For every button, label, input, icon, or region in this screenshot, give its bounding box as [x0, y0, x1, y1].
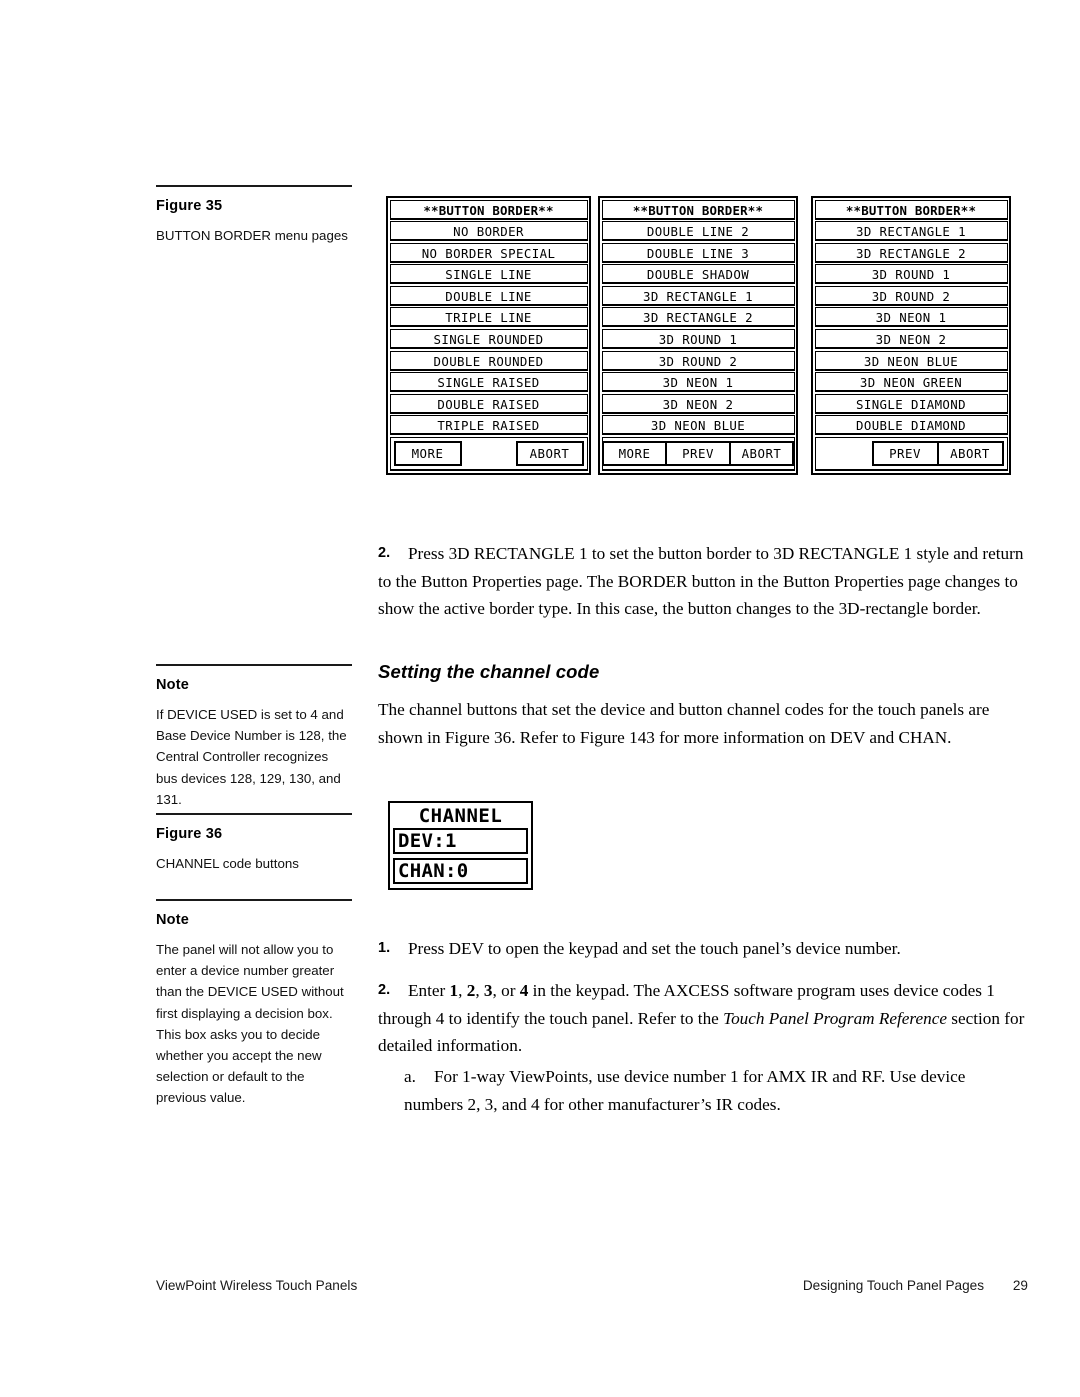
divider-rule [156, 813, 352, 815]
figure-35-heading: Figure 35 [156, 198, 223, 214]
prev-button[interactable]: PREV [666, 441, 730, 467]
menu-item[interactable]: 3D NEON BLUE [814, 350, 1008, 371]
figure-36-channel-panel: CHANNEL DEV:1 CHAN:0 [388, 801, 533, 890]
step-1-channel: 1. Press DEV to open the keypad and set … [378, 935, 1028, 963]
panel-1-title: **BUTTON BORDER** [389, 199, 588, 220]
menu-item[interactable]: DOUBLE LINE [389, 285, 588, 306]
menu-item[interactable]: SINGLE DIAMOND [814, 393, 1008, 414]
menu-item[interactable]: 3D ROUND 1 [601, 329, 795, 350]
divider-rule [156, 185, 352, 187]
note-2-margin-block: Note The panel will not allow you to ent… [156, 899, 352, 1109]
menu-item[interactable]: DOUBLE RAISED [389, 393, 588, 414]
note-2-body: The panel will not allow you to enter a … [156, 942, 344, 1106]
menu-item[interactable]: NO BORDER [389, 221, 588, 242]
footer-section-title: Designing Touch Panel Pages [802, 1278, 984, 1293]
substep-a-text: For 1-way ViewPoints, use device number … [404, 1067, 966, 1114]
abort-button[interactable]: ABORT [515, 441, 584, 467]
menu-item[interactable]: TRIPLE RAISED [389, 415, 588, 436]
step-1-channel-number: 1. [378, 940, 391, 956]
menu-item[interactable]: 3D RECTANGLE 1 [601, 285, 795, 306]
step-1-channel-text: Press DEV to open the keypad and set the… [408, 939, 901, 958]
abort-button[interactable]: ABORT [730, 441, 794, 467]
step-2-border-text: Press 3D RECTANGLE 1 to set the button b… [378, 544, 1024, 618]
menu-item[interactable]: 3D ROUND 1 [814, 264, 1008, 285]
more-button[interactable]: MORE [602, 441, 666, 467]
menu-item[interactable]: DOUBLE ROUNDED [389, 350, 588, 371]
menu-item[interactable]: SINGLE RAISED [389, 372, 588, 393]
note-1-body: If DEVICE USED is set to 4 and Base Devi… [156, 707, 347, 807]
menu-item[interactable]: DOUBLE LINE 3 [601, 242, 795, 263]
button-border-menu-page-1: **BUTTON BORDER** NO BORDER NO BORDER SP… [386, 196, 591, 475]
note-1-heading: Note [156, 677, 190, 693]
figure-35-margin-block: Figure 35 BUTTON BORDER menu pages [156, 185, 352, 246]
substep-a: a. For 1-way ViewPoints, use device numb… [404, 1063, 1028, 1118]
step-2-border-number: 2. [378, 545, 391, 561]
menu-item[interactable]: NO BORDER SPECIAL [389, 242, 588, 263]
menu-item[interactable]: 3D NEON 1 [814, 307, 1008, 328]
reference-title: Touch Panel Program Reference [723, 1008, 947, 1028]
figure-36-caption: CHANNEL code buttons [156, 856, 299, 871]
channel-panel-title: CHANNEL [418, 805, 503, 827]
step-2-channel-number: 2. [378, 982, 391, 998]
footer-document-title: ViewPoint Wireless Touch Panels [156, 1278, 358, 1293]
menu-item[interactable]: 3D RECTANGLE 1 [814, 221, 1008, 242]
menu-item[interactable]: 3D RECTANGLE 2 [814, 242, 1008, 263]
figure-36-margin-block: Figure 36 CHANNEL code buttons [156, 813, 352, 874]
keypad-digit-3: 3 [483, 981, 493, 1000]
panel-3-button-row: PREV ABORT [814, 437, 1008, 472]
step-2-border: 2. Press 3D RECTANGLE 1 to set the butto… [378, 540, 1028, 623]
menu-item[interactable]: DOUBLE SHADOW [601, 264, 795, 285]
menu-item[interactable]: SINGLE ROUNDED [389, 329, 588, 350]
panel-3-title: **BUTTON BORDER** [814, 199, 1008, 220]
panel-2-button-row: MORE PREV ABORT [601, 437, 795, 472]
panel-3-button-group: PREV ABORT [871, 441, 1004, 467]
panel-2-button-group: MORE PREV ABORT [602, 441, 794, 467]
menu-item[interactable]: DOUBLE DIAMOND [814, 415, 1008, 436]
panel-2-title: **BUTTON BORDER** [601, 199, 795, 220]
menu-item[interactable]: 3D NEON GREEN [814, 372, 1008, 393]
menu-item[interactable]: SINGLE LINE [389, 264, 588, 285]
menu-item[interactable]: 3D RECTANGLE 2 [601, 307, 795, 328]
button-border-menu-page-2: **BUTTON BORDER** DOUBLE LINE 2 DOUBLE L… [598, 196, 798, 475]
figure-35-caption: BUTTON BORDER menu pages [156, 228, 348, 243]
step-2-channel: 2. Enter 1, 2, 3, or 4 in the keypad. Th… [378, 977, 1028, 1060]
menu-item[interactable]: TRIPLE LINE [389, 307, 588, 328]
note-1-margin-block: Note If DEVICE USED is set to 4 and Base… [156, 664, 352, 810]
menu-item[interactable]: 3D NEON 2 [601, 393, 795, 414]
figure-36-heading: Figure 36 [156, 826, 223, 842]
more-button[interactable]: MORE [393, 441, 462, 467]
substep-a-letter: a. [404, 1067, 416, 1086]
footer-page-number: 29 [1012, 1278, 1028, 1293]
menu-item[interactable]: 3D NEON BLUE [601, 415, 795, 436]
keypad-digit-1: 1 [449, 981, 459, 1000]
menu-item[interactable]: 3D NEON 1 [601, 372, 795, 393]
note-2-heading: Note [156, 912, 190, 928]
step-2-channel-text: Enter 1, 2, 3, or 4 in the keypad. The A… [378, 981, 1025, 1055]
menu-item[interactable]: DOUBLE LINE 2 [601, 221, 795, 242]
divider-rule [156, 664, 352, 666]
prev-button[interactable]: PREV [871, 441, 938, 467]
menu-item[interactable]: 3D ROUND 2 [814, 285, 1008, 306]
panel-1-button-row: MORE ABORT [389, 437, 588, 472]
section-heading-channel-code: Setting the channel code [378, 661, 600, 682]
menu-item[interactable]: 3D ROUND 2 [601, 350, 795, 371]
menu-item[interactable]: 3D NEON 2 [814, 329, 1008, 350]
dev-button[interactable]: DEV:1 [393, 828, 528, 854]
button-border-menu-page-3: **BUTTON BORDER** 3D RECTANGLE 1 3D RECT… [811, 196, 1011, 475]
abort-button[interactable]: ABORT [937, 441, 1004, 467]
intro-paragraph: The channel buttons that set the device … [378, 700, 990, 747]
chan-button[interactable]: CHAN:0 [393, 858, 528, 884]
divider-rule [156, 899, 352, 901]
